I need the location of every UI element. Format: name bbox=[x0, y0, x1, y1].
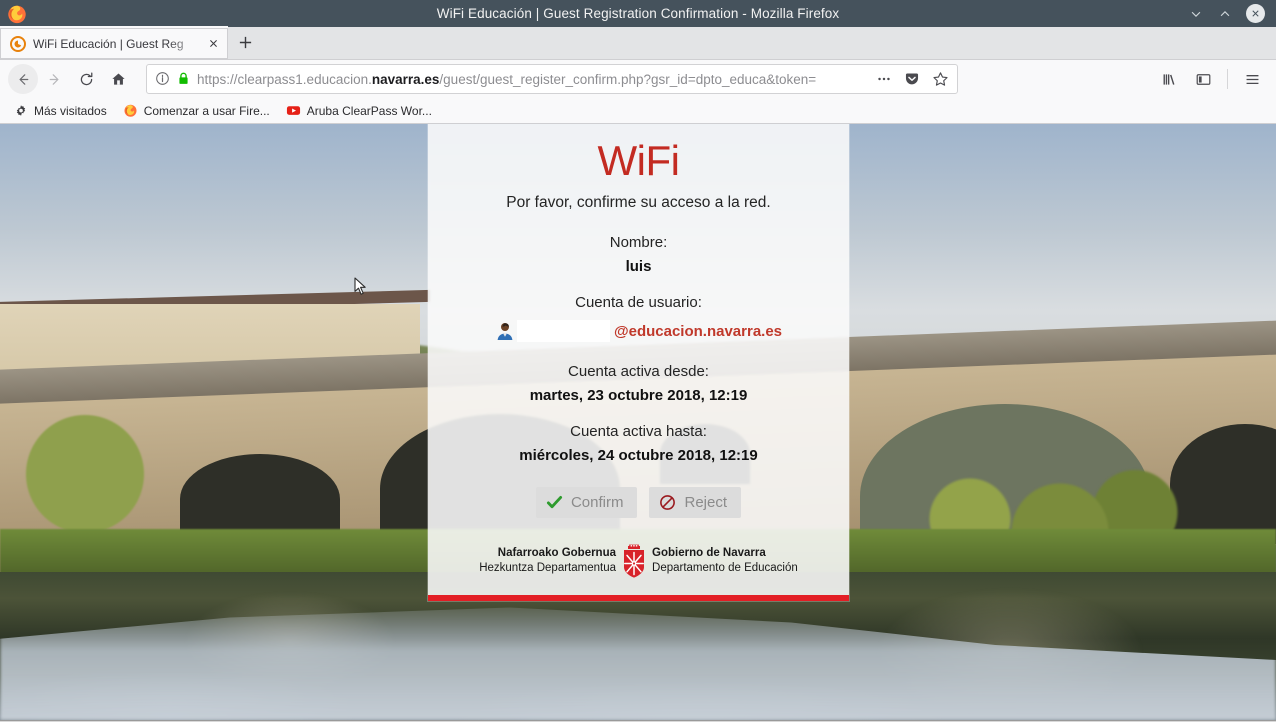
pocket-icon[interactable] bbox=[901, 68, 923, 90]
browser-tab[interactable]: WiFi Educación | Guest Reg bbox=[0, 26, 228, 59]
field-label: Cuenta activa hasta: bbox=[519, 423, 757, 440]
button-label: Confirm bbox=[571, 494, 624, 511]
firefox-window: WiFi Educación | Guest Registration Conf… bbox=[0, 0, 1276, 722]
window-controls bbox=[1188, 4, 1276, 23]
url-text[interactable]: https://clearpass1.educacion.navarra.es/… bbox=[197, 72, 867, 87]
logo-spanish-text: Gobierno de Navarra Departamento de Educ… bbox=[647, 546, 798, 577]
bookmark-mas-visitados[interactable]: Más visitados bbox=[6, 100, 114, 122]
page-lead-text: Por favor, confirme su acceso a la red. bbox=[506, 194, 770, 212]
url-bar[interactable]: https://clearpass1.educacion.navarra.es/… bbox=[146, 64, 958, 94]
reload-button[interactable] bbox=[70, 64, 102, 94]
bookmark-label: Más visitados bbox=[34, 104, 107, 118]
card-accent-bar bbox=[428, 595, 849, 601]
button-label: Reject bbox=[684, 494, 727, 511]
navarra-coat-of-arms-icon bbox=[621, 544, 647, 578]
logo-line: Gobierno de Navarra bbox=[652, 546, 798, 562]
new-tab-button[interactable] bbox=[228, 26, 262, 59]
window-titlebar: WiFi Educación | Guest Registration Conf… bbox=[0, 0, 1276, 27]
minimize-icon[interactable] bbox=[1188, 6, 1204, 22]
forward-button[interactable] bbox=[38, 64, 70, 94]
field-nombre: Nombre: luis bbox=[610, 234, 668, 275]
field-label: Nombre: bbox=[610, 234, 668, 251]
tab-strip: WiFi Educación | Guest Reg bbox=[0, 27, 1276, 60]
field-label: Cuenta de usuario: bbox=[495, 294, 782, 311]
logo-line: Departamento de Educación bbox=[652, 561, 798, 577]
field-cuenta-activa-desde: Cuenta activa desde: martes, 23 octubre … bbox=[530, 363, 748, 404]
info-circle-icon[interactable] bbox=[155, 71, 171, 87]
gear-icon bbox=[13, 103, 29, 119]
tab-title: WiFi Educación | Guest Reg bbox=[33, 37, 205, 51]
close-icon[interactable] bbox=[1246, 4, 1265, 23]
confirm-button[interactable]: Confirm bbox=[536, 487, 638, 518]
toolbar-right-buttons bbox=[1153, 64, 1268, 94]
field-label: Cuenta activa desde: bbox=[530, 363, 748, 380]
red-no-entry-icon bbox=[659, 494, 676, 511]
padlock-icon[interactable] bbox=[177, 71, 191, 87]
guest-confirmation-card: WiFi Por favor, confirme su acceso a la … bbox=[428, 124, 849, 601]
field-value: luis bbox=[610, 258, 668, 275]
youtube-icon bbox=[286, 103, 302, 119]
field-cuenta-de-usuario: Cuenta de usuario: @educacion.navarra.es bbox=[495, 294, 782, 344]
sidebar-toggle-icon[interactable] bbox=[1187, 64, 1219, 94]
logo-line: Hezkuntza Departamentua bbox=[479, 561, 616, 577]
reject-button[interactable]: Reject bbox=[649, 487, 741, 518]
user-avatar-icon bbox=[495, 321, 515, 341]
redacted-username-box bbox=[517, 320, 610, 342]
account-value-row: @educacion.navarra.es bbox=[495, 318, 782, 344]
bookmark-comenzar-firefox[interactable]: Comenzar a usar Fire... bbox=[116, 100, 277, 122]
green-check-icon bbox=[546, 494, 563, 511]
maximize-icon[interactable] bbox=[1217, 6, 1233, 22]
library-icon[interactable] bbox=[1153, 64, 1185, 94]
firefox-icon bbox=[123, 103, 139, 119]
bookmark-aruba-clearpass[interactable]: Aruba ClearPass Wor... bbox=[279, 100, 439, 122]
field-value: martes, 23 octubre 2018, 12:19 bbox=[530, 387, 748, 404]
bookmarks-toolbar: Más visitados Comenzar a usar Fire... Ar… bbox=[0, 98, 1276, 124]
field-value: miércoles, 24 octubre 2018, 12:19 bbox=[519, 447, 757, 464]
page-actions-icon[interactable] bbox=[873, 68, 895, 90]
bookmark-star-icon[interactable] bbox=[929, 68, 951, 90]
gobierno-de-navarra-logo: Nafarroako Gobernua Hezkuntza Departamen… bbox=[479, 544, 798, 578]
navigation-toolbar: https://clearpass1.educacion.navarra.es/… bbox=[0, 60, 1276, 98]
logo-basque-text: Nafarroako Gobernua Hezkuntza Departamen… bbox=[479, 546, 621, 577]
bookmark-label: Aruba ClearPass Wor... bbox=[307, 104, 432, 118]
page-title: WiFi bbox=[598, 138, 680, 184]
home-button[interactable] bbox=[102, 64, 134, 94]
window-title: WiFi Educación | Guest Registration Conf… bbox=[0, 6, 1276, 21]
hamburger-menu-icon[interactable] bbox=[1236, 64, 1268, 94]
action-buttons: Confirm Reject bbox=[536, 487, 741, 518]
account-domain: @educacion.navarra.es bbox=[614, 323, 782, 340]
page-viewport: WiFi Por favor, confirme su acceso a la … bbox=[0, 124, 1276, 720]
toolbar-separator bbox=[1227, 69, 1228, 89]
tab-close-icon[interactable] bbox=[205, 35, 222, 52]
bookmark-label: Comenzar a usar Fire... bbox=[144, 104, 270, 118]
back-button[interactable] bbox=[8, 64, 38, 94]
field-cuenta-activa-hasta: Cuenta activa hasta: miércoles, 24 octub… bbox=[519, 423, 757, 464]
firefox-logo-icon bbox=[6, 3, 28, 25]
logo-line: Nafarroako Gobernua bbox=[479, 546, 616, 562]
tab-favicon-icon bbox=[10, 36, 26, 52]
